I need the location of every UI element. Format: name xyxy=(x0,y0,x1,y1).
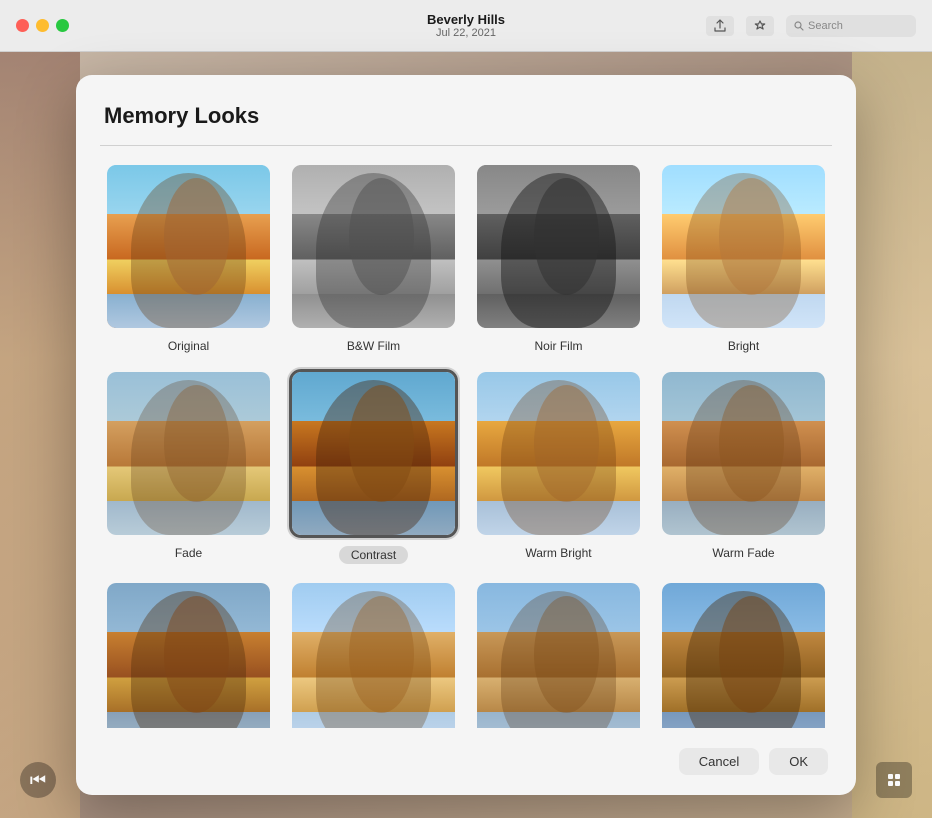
photo-noir-film xyxy=(477,165,640,328)
modal-header: Memory Looks xyxy=(104,103,828,129)
look-item-fade[interactable]: Fade xyxy=(104,369,273,564)
look-item-cool-contrast[interactable]: Cool Contrast xyxy=(659,580,828,728)
window-chrome: Beverly Hills Jul 22, 2021 Search xyxy=(0,0,932,52)
photo-warm-fade xyxy=(662,372,825,535)
photo-warm-bright xyxy=(477,372,640,535)
cancel-button[interactable]: Cancel xyxy=(679,748,759,775)
modal-footer: Cancel OK xyxy=(104,744,828,775)
look-item-bright[interactable]: Bright xyxy=(659,162,828,353)
photo-contrast xyxy=(292,372,455,535)
modal-title: Memory Looks xyxy=(104,103,259,129)
look-item-cool-fade[interactable]: Cool Fade xyxy=(474,580,643,728)
looks-grid: Original B&W Film xyxy=(104,162,828,728)
share-button[interactable] xyxy=(706,16,734,36)
look-thumbnail-bright[interactable] xyxy=(659,162,828,331)
look-thumbnail-original[interactable] xyxy=(104,162,273,331)
look-item-warm-fade[interactable]: Warm Fade xyxy=(659,369,828,564)
look-item-cool-bright[interactable]: Cool Bright xyxy=(289,580,458,728)
look-label-original: Original xyxy=(168,339,209,353)
title-text: Beverly Hills xyxy=(427,12,505,27)
look-thumbnail-bw-film[interactable] xyxy=(289,162,458,331)
ok-button[interactable]: OK xyxy=(769,748,828,775)
look-item-warm-contrast[interactable]: Warm Contrast xyxy=(104,580,273,728)
look-thumbnail-noir-film[interactable] xyxy=(474,162,643,331)
modal-divider xyxy=(100,145,832,146)
look-thumbnail-warm-fade[interactable] xyxy=(659,369,828,538)
search-placeholder: Search xyxy=(808,20,843,32)
photo-bw-film xyxy=(292,165,455,328)
search-bar[interactable]: Search xyxy=(786,15,916,37)
look-label-warm-bright: Warm Bright xyxy=(525,546,591,560)
look-thumbnail-contrast[interactable] xyxy=(289,369,458,538)
photo-cool-bright xyxy=(292,583,455,728)
look-label-bw-film: B&W Film xyxy=(347,339,400,353)
photo-warm-contrast xyxy=(107,583,270,728)
look-thumbnail-warm-contrast[interactable] xyxy=(104,580,273,728)
look-label-contrast: Contrast xyxy=(339,546,408,564)
photo-fade xyxy=(107,372,270,535)
memory-looks-modal: Memory Looks Original xyxy=(76,75,856,795)
look-item-original[interactable]: Original xyxy=(104,162,273,353)
look-thumbnail-cool-contrast[interactable] xyxy=(659,580,828,728)
look-label-fade: Fade xyxy=(175,546,202,560)
search-icon xyxy=(794,21,804,31)
close-button[interactable] xyxy=(16,19,29,32)
look-thumbnail-warm-bright[interactable] xyxy=(474,369,643,538)
traffic-lights xyxy=(16,19,69,32)
photo-cool-contrast xyxy=(662,583,825,728)
window-title: Beverly Hills Jul 22, 2021 xyxy=(427,12,505,39)
look-item-warm-bright[interactable]: Warm Bright xyxy=(474,369,643,564)
modal-overlay: Memory Looks Original xyxy=(0,52,932,818)
minimize-button[interactable] xyxy=(36,19,49,32)
look-thumbnail-fade[interactable] xyxy=(104,369,273,538)
look-item-noir-film[interactable]: Noir Film xyxy=(474,162,643,353)
maximize-button[interactable] xyxy=(56,19,69,32)
subtitle-text: Jul 22, 2021 xyxy=(427,27,505,39)
look-thumbnail-cool-fade[interactable] xyxy=(474,580,643,728)
photo-cool-fade xyxy=(477,583,640,728)
look-thumbnail-cool-bright[interactable] xyxy=(289,580,458,728)
look-item-bw-film[interactable]: B&W Film xyxy=(289,162,458,353)
photo-bright xyxy=(662,165,825,328)
toolbar-right: Search xyxy=(706,15,916,37)
favorite-button[interactable] xyxy=(746,16,774,36)
photo-original xyxy=(107,165,270,328)
look-item-contrast[interactable]: Contrast xyxy=(289,369,458,564)
look-label-bright: Bright xyxy=(728,339,759,353)
look-label-warm-fade: Warm Fade xyxy=(712,546,774,560)
look-label-noir-film: Noir Film xyxy=(535,339,583,353)
